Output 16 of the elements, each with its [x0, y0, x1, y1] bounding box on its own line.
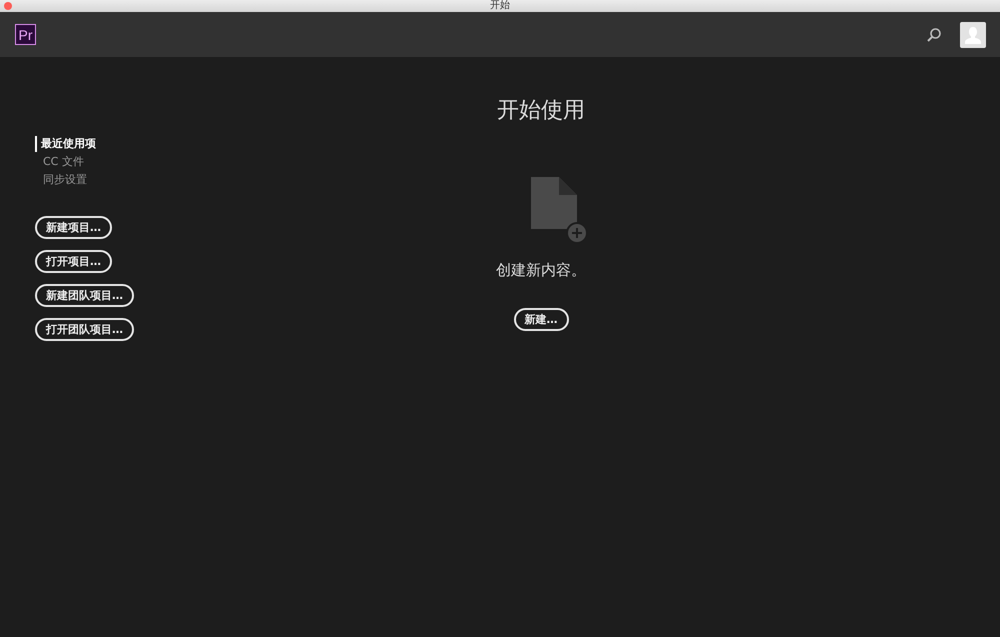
new-document-icon — [531, 177, 589, 245]
empty-state-message: 创建新内容。 — [496, 261, 586, 280]
page-title: 开始使用 — [497, 97, 585, 125]
sidebar-button[interactable]: 新建团队项目… — [35, 284, 134, 307]
new-button[interactable]: 新建… — [514, 308, 568, 331]
sidebar-item[interactable]: 同步设置 — [35, 172, 87, 188]
sidebar-item[interactable]: 最近使用项 — [35, 136, 96, 152]
search-icon[interactable] — [926, 26, 942, 42]
sidebar-button[interactable]: 打开项目… — [35, 250, 112, 273]
sidebar-button[interactable]: 打开团队项目… — [35, 318, 134, 341]
avatar-icon[interactable] — [960, 22, 986, 48]
sidebar-button[interactable]: 新建项目… — [35, 216, 112, 239]
window-title: 开始 — [490, 0, 510, 12]
sidebar-item[interactable]: CC 文件 — [35, 154, 84, 170]
app-logo: Pr — [15, 24, 36, 45]
close-button[interactable] — [4, 2, 12, 10]
